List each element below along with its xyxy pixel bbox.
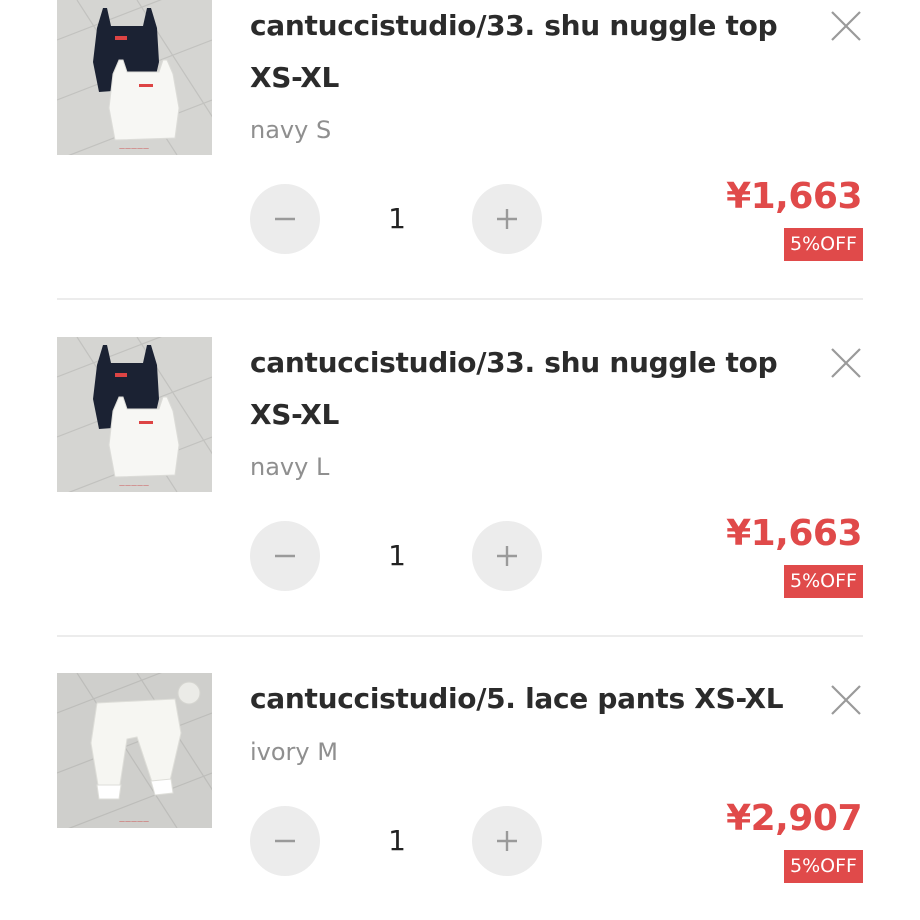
close-icon bbox=[831, 348, 861, 378]
item-divider bbox=[57, 298, 863, 300]
increase-quantity-button[interactable] bbox=[472, 521, 542, 591]
item-price: ¥2,907 bbox=[726, 798, 862, 839]
quantity-value: 1 bbox=[388, 539, 406, 572]
remove-item-button[interactable] bbox=[826, 6, 866, 46]
plus-icon bbox=[497, 209, 517, 229]
product-title[interactable]: cantuccistudio/5. lace pants XS-XL bbox=[250, 673, 810, 725]
close-icon bbox=[831, 11, 861, 41]
minus-icon bbox=[275, 839, 295, 843]
item-divider bbox=[57, 635, 863, 637]
svg-text:—————: ————— bbox=[119, 818, 149, 825]
increase-quantity-button[interactable] bbox=[472, 184, 542, 254]
discount-badge: 5%OFF bbox=[784, 565, 863, 598]
plus-icon bbox=[497, 831, 517, 851]
decrease-quantity-button[interactable] bbox=[250, 521, 320, 591]
product-photo-tops-icon: ————— bbox=[57, 0, 212, 155]
item-price: ¥1,663 bbox=[726, 176, 862, 217]
item-price: ¥1,663 bbox=[726, 513, 862, 554]
minus-icon bbox=[275, 554, 295, 558]
product-variant: ivory M bbox=[250, 738, 338, 766]
quantity-value: 1 bbox=[388, 202, 406, 235]
product-thumbnail[interactable]: ————— bbox=[57, 337, 212, 492]
product-photo-tops-icon: ————— bbox=[57, 337, 212, 492]
product-variant: navy L bbox=[250, 453, 330, 481]
decrease-quantity-button[interactable] bbox=[250, 806, 320, 876]
discount-badge: 5%OFF bbox=[784, 228, 863, 261]
cart-list: ————— cantuccistudio/33. shu nuggle top … bbox=[0, 0, 920, 920]
close-icon bbox=[831, 685, 861, 715]
product-photo-pants-icon: ————— bbox=[57, 673, 212, 828]
product-thumbnail[interactable]: ————— bbox=[57, 0, 212, 155]
product-title[interactable]: cantuccistudio/33. shu nuggle top XS-XL bbox=[250, 0, 810, 104]
product-variant: navy S bbox=[250, 116, 332, 144]
increase-quantity-button[interactable] bbox=[472, 806, 542, 876]
remove-item-button[interactable] bbox=[826, 343, 866, 383]
minus-icon bbox=[275, 217, 295, 221]
svg-text:—————: ————— bbox=[119, 482, 149, 489]
svg-text:—————: ————— bbox=[119, 145, 149, 152]
remove-item-button[interactable] bbox=[826, 680, 866, 720]
quantity-value: 1 bbox=[388, 824, 406, 857]
decrease-quantity-button[interactable] bbox=[250, 184, 320, 254]
product-title[interactable]: cantuccistudio/33. shu nuggle top XS-XL bbox=[250, 337, 810, 441]
discount-badge: 5%OFF bbox=[784, 850, 863, 883]
plus-icon bbox=[497, 546, 517, 566]
product-thumbnail[interactable]: ————— bbox=[57, 673, 212, 828]
